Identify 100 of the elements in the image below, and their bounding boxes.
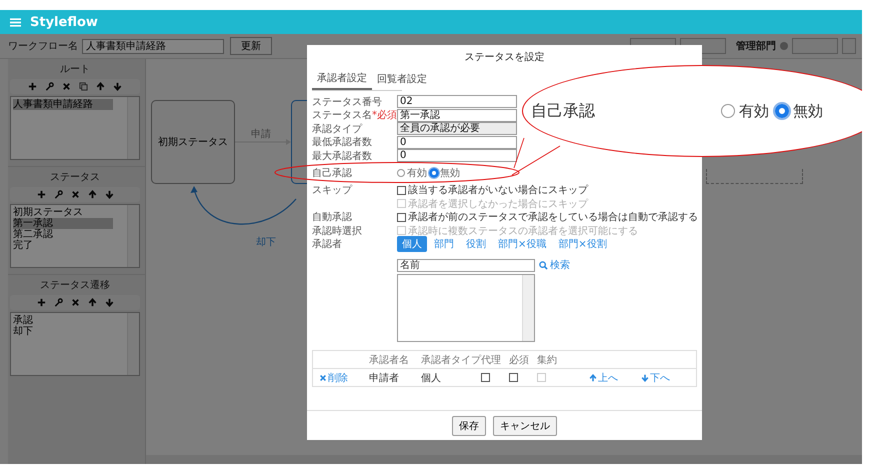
list-box[interactable] [397,274,535,342]
tab[interactable]: 承認者設定 [312,68,372,90]
radio-label: 無効 [440,166,460,180]
list-item[interactable]: 承認 [13,315,113,326]
field-label: 自己承認 [312,166,353,180]
update-button[interactable]: 更新 [230,37,272,55]
app-title: Styleflow [30,14,98,30]
delete-link[interactable]: 削除 [319,370,369,384]
input-field[interactable]: 第一承認 [397,108,517,122]
menu-icon[interactable] [10,18,21,26]
delete-icon[interactable] [70,190,80,199]
scrollbar[interactable] [127,205,139,267]
scrollbar[interactable] [522,275,534,341]
scrollbar[interactable] [127,97,139,159]
plus-icon[interactable] [36,298,46,307]
arrow-down-icon[interactable] [641,374,649,382]
radio-option[interactable]: 無効 [430,166,460,180]
input-field[interactable]: 0 [397,149,517,162]
status-node[interactable]: 初期ステータス [151,100,235,184]
approver-type-tab[interactable]: 部門×役割 [553,236,612,252]
arrow-down-icon[interactable] [104,298,114,307]
radio-label: 無効 [793,102,823,120]
approver-type-tab[interactable]: 部門×役職 [493,236,552,252]
help-icon[interactable] [780,42,788,50]
scrollbar[interactable] [146,455,862,464]
radio-button[interactable] [397,169,405,177]
table-cell-text: 申請者 [369,372,400,384]
column-header: 必須 [509,354,530,366]
input-field[interactable]: 0 [397,136,517,149]
wrench-icon[interactable] [54,298,62,307]
field-label: 最低承認者数 [312,136,373,150]
approver-type-tab[interactable]: 部門 [429,236,459,252]
pointer-line [512,138,560,176]
search-link[interactable]: 検索 [539,258,570,272]
field-label: ステータス番号 [312,96,383,109]
status-node[interactable] [706,169,803,184]
arrow-up-icon[interactable] [88,190,96,199]
input-field[interactable] [842,38,856,54]
list-item[interactable]: 完了 [13,240,113,251]
radio-button[interactable] [721,104,735,118]
field-label: 最大承認者数 [312,150,373,163]
input-field[interactable]: 02 [397,95,517,108]
copy-icon[interactable] [79,82,88,91]
checkbox[interactable] [397,186,406,195]
section-title: ステータス遷移 [39,279,111,293]
workflow-name-label: ワークフロー名 [8,40,78,53]
radio-button[interactable] [775,104,789,118]
list-item[interactable]: 第二承認 [13,229,113,240]
dialog-button[interactable]: キャンセル [493,416,557,436]
list-item[interactable]: 初期ステータス [13,207,113,218]
radio-option[interactable]: 有効 [397,166,427,180]
delete-icon[interactable] [62,82,71,91]
field-label: ステータス名*必須 [312,108,397,122]
arrow-up-icon[interactable] [589,374,597,382]
delete-icon[interactable] [70,298,80,307]
move-up-link[interactable]: 上へ [589,370,641,384]
plus-icon[interactable] [36,190,46,199]
tab[interactable]: 回覧者設定 [372,68,432,90]
radio-button[interactable] [430,169,438,177]
search-field[interactable]: 名前 [397,258,535,272]
arrow-down-icon[interactable] [113,82,122,91]
field-label: 承認者 [312,238,343,252]
search-icon[interactable] [539,260,548,270]
dialog-button[interactable]: 保存 [452,416,486,436]
select-field[interactable]: 全員の承認が必要 [397,122,517,136]
arrow-down-icon[interactable] [104,190,114,199]
field-label: 承認タイプ [312,122,364,136]
radio-label: 有効 [407,166,427,180]
checkbox[interactable] [481,373,490,382]
dialog-title: ステータスを設定 [464,50,544,65]
field-label: 自動承認 [312,210,353,224]
checkbox[interactable] [509,373,518,382]
field-label: スキップ [312,184,354,198]
arrow-up-icon[interactable] [88,298,96,307]
radio-label: 有効 [739,102,769,120]
transition-label: 申請 [251,128,271,141]
radio-option[interactable]: 有効 [721,102,769,120]
arrow-up-icon[interactable] [96,82,105,91]
list-item[interactable]: 第一承認 [13,218,113,229]
wrench-icon[interactable] [45,82,54,91]
plus-icon[interactable] [28,82,37,91]
checkbox[interactable] [397,212,406,222]
approver-type-tab[interactable]: 役割 [461,236,491,252]
callout-label: 自己承認 [531,100,596,122]
column-header: 集約 [537,354,558,366]
workflow-name-field[interactable]: 人事書類申請経路 [82,38,224,54]
radio-option[interactable]: 無効 [775,102,823,120]
move-down-link[interactable]: 下へ [641,370,701,384]
transition-arrow[interactable] [190,186,296,225]
transition-label: 却下 [256,236,276,249]
scrollbar[interactable] [127,313,139,375]
list-item[interactable]: 却下 [13,326,113,337]
column-header: 代理 [481,354,502,366]
wrench-icon[interactable] [54,190,62,199]
approver-type-tab[interactable]: 個人 [397,236,427,252]
column-header: 承認者タイプ [421,354,481,366]
input-field[interactable] [792,38,838,54]
close-icon[interactable] [319,374,327,382]
list-item[interactable]: 人事書類申請経路 [13,99,113,110]
department-label: 管理部門 [736,40,776,53]
